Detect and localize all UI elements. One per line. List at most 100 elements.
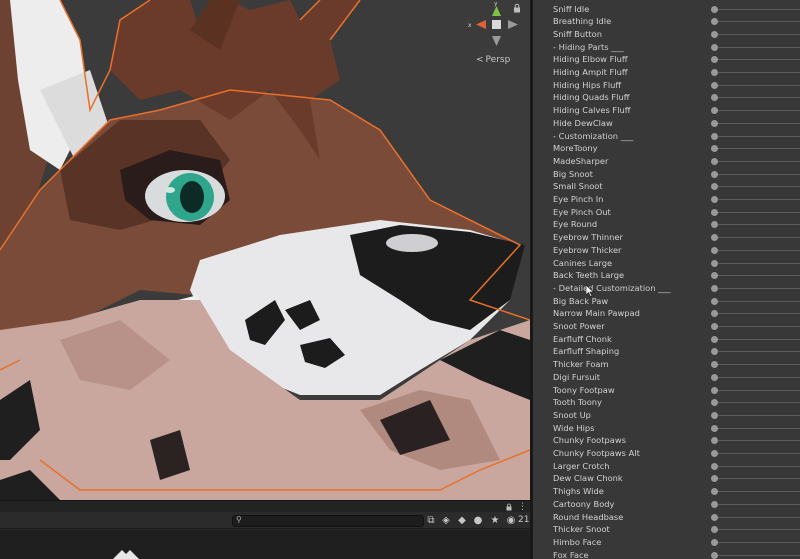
- blendshape-slider-handle[interactable]: [711, 107, 718, 115]
- blendshape-slider-track[interactable]: [714, 554, 800, 556]
- blendshape-slider-handle[interactable]: [711, 208, 718, 216]
- blendshape-slider-track[interactable]: [714, 338, 800, 340]
- blendshape-list[interactable]: Sniff Idle Breathing Idle Sniff Button - Hi…: [533, 0, 800, 559]
- scene-view[interactable]: y x < Persp: [0, 0, 530, 500]
- blendshape-slider-handle[interactable]: [711, 246, 718, 254]
- scene-filter-icon[interactable]: ⧉: [425, 515, 437, 527]
- blendshape-slider-track[interactable]: [714, 465, 800, 467]
- blendshape-slider-track[interactable]: [714, 516, 800, 518]
- blendshape-slider-handle[interactable]: [711, 259, 718, 267]
- blendshape-slider-track[interactable]: [714, 300, 800, 302]
- blendshape-slider-handle[interactable]: [711, 513, 718, 521]
- tag-icon[interactable]: ◆: [456, 515, 468, 527]
- blendshape-slider-handle[interactable]: [711, 551, 718, 559]
- blendshape-slider-track[interactable]: [714, 8, 800, 10]
- blendshape-slider-track[interactable]: [714, 326, 800, 327]
- blendshape-slider-track[interactable]: [714, 529, 800, 531]
- blendshape-slider-handle[interactable]: [711, 81, 718, 89]
- blendshape-slider-track[interactable]: [714, 427, 800, 429]
- blendshape-slider-track[interactable]: [714, 237, 800, 239]
- blendshape-slider-handle[interactable]: [711, 297, 718, 305]
- lock-icon[interactable]: [512, 3, 522, 13]
- blendshape-slider-track[interactable]: [714, 440, 800, 442]
- avatar-viewport-render[interactable]: [0, 0, 530, 500]
- blendshape-slider-track[interactable]: [714, 148, 800, 150]
- blendshape-slider-handle[interactable]: [711, 43, 718, 51]
- blendshape-slider-track[interactable]: [714, 84, 800, 86]
- blendshape-slider-handle[interactable]: [711, 373, 718, 381]
- blendshape-slider-handle[interactable]: [711, 310, 718, 318]
- blendshape-slider-track[interactable]: [714, 249, 800, 251]
- blendshape-slider-handle[interactable]: [711, 462, 718, 470]
- blendshape-slider-handle[interactable]: [711, 30, 718, 38]
- blendshape-slider-handle[interactable]: [711, 424, 718, 432]
- blendshape-slider-track[interactable]: [714, 414, 800, 416]
- blendshape-slider-handle[interactable]: [711, 157, 718, 165]
- blendshape-slider-track[interactable]: [714, 376, 800, 378]
- hierarchy-panel[interactable]: [0, 530, 530, 559]
- blendshape-slider-handle[interactable]: [711, 56, 718, 64]
- blendshape-slider-handle[interactable]: [711, 335, 718, 343]
- blendshape-slider-handle[interactable]: [711, 119, 718, 127]
- blendshape-slider-track[interactable]: [714, 59, 800, 61]
- blendshape-slider-track[interactable]: [714, 364, 800, 366]
- blendshape-slider-track[interactable]: [714, 173, 800, 175]
- more-options-icon[interactable]: ⋮: [518, 502, 527, 512]
- blendshape-slider-handle[interactable]: [711, 196, 718, 203]
- blendshape-slider-track[interactable]: [714, 97, 800, 99]
- blendshape-slider-track[interactable]: [714, 110, 800, 112]
- blendshape-slider-track[interactable]: [714, 453, 800, 454]
- blendshape-slider-handle[interactable]: [711, 183, 718, 191]
- favorite-star-icon[interactable]: ★: [489, 515, 501, 527]
- blendshape-slider-track[interactable]: [714, 287, 800, 289]
- search-input[interactable]: [247, 516, 421, 526]
- blendshape-slider-track[interactable]: [714, 478, 800, 480]
- blendshape-slider-handle[interactable]: [711, 18, 718, 26]
- hidden-eye-icon[interactable]: ◉: [505, 515, 517, 527]
- blendshape-slider-handle[interactable]: [711, 94, 718, 102]
- blendshape-slider-handle[interactable]: [711, 538, 718, 546]
- blendshape-slider-track[interactable]: [714, 313, 800, 315]
- blendshape-slider-handle[interactable]: [711, 488, 718, 496]
- blendshape-slider-track[interactable]: [714, 122, 800, 124]
- blendshape-slider-track[interactable]: [714, 46, 800, 48]
- blendshape-slider-handle[interactable]: [711, 170, 718, 178]
- blendshape-slider-track[interactable]: [714, 211, 800, 213]
- blendshape-slider-handle[interactable]: [711, 411, 718, 419]
- blendshape-slider-track[interactable]: [714, 186, 800, 188]
- blendshape-slider-handle[interactable]: [711, 221, 718, 229]
- blendshape-slider-handle[interactable]: [711, 399, 718, 407]
- blendshape-slider-track[interactable]: [714, 199, 800, 200]
- blendshape-slider-handle[interactable]: [711, 145, 718, 153]
- blendshape-slider-handle[interactable]: [711, 348, 718, 356]
- blendshape-slider-handle[interactable]: [711, 234, 718, 242]
- view-mode-toggle[interactable]: < Persp: [476, 55, 510, 65]
- blendshape-slider-handle[interactable]: [711, 437, 718, 445]
- visibility-icon[interactable]: ◈: [440, 515, 452, 527]
- blendshape-slider-track[interactable]: [714, 402, 800, 404]
- blendshape-slider-track[interactable]: [714, 72, 800, 73]
- blendshape-slider-track[interactable]: [714, 275, 800, 277]
- blendshape-slider-track[interactable]: [714, 351, 800, 353]
- blendshape-slider-track[interactable]: [714, 224, 800, 226]
- blendshape-slider-track[interactable]: [714, 135, 800, 137]
- blendshape-slider-handle[interactable]: [711, 272, 718, 280]
- blendshape-slider-track[interactable]: [714, 541, 800, 543]
- blendshape-slider-handle[interactable]: [711, 386, 718, 394]
- info-icon[interactable]: ●: [472, 515, 484, 527]
- search-field[interactable]: ⚲: [232, 515, 424, 527]
- blendshape-slider-handle[interactable]: [711, 69, 718, 76]
- blendshape-slider-track[interactable]: [714, 33, 800, 35]
- blendshape-slider-handle[interactable]: [711, 284, 718, 292]
- blendshape-slider-handle[interactable]: [711, 475, 718, 483]
- blendshape-slider-handle[interactable]: [711, 361, 718, 369]
- blendshape-slider-track[interactable]: [714, 491, 800, 493]
- blendshape-slider-track[interactable]: [714, 503, 800, 505]
- blendshape-slider-track[interactable]: [714, 389, 800, 391]
- blendshape-slider-track[interactable]: [714, 262, 800, 264]
- blendshape-slider-track[interactable]: [714, 21, 800, 23]
- blendshape-slider-handle[interactable]: [711, 500, 718, 508]
- lock-icon[interactable]: [505, 503, 513, 511]
- blendshape-slider-handle[interactable]: [711, 132, 718, 140]
- blendshape-slider-track[interactable]: [714, 160, 800, 162]
